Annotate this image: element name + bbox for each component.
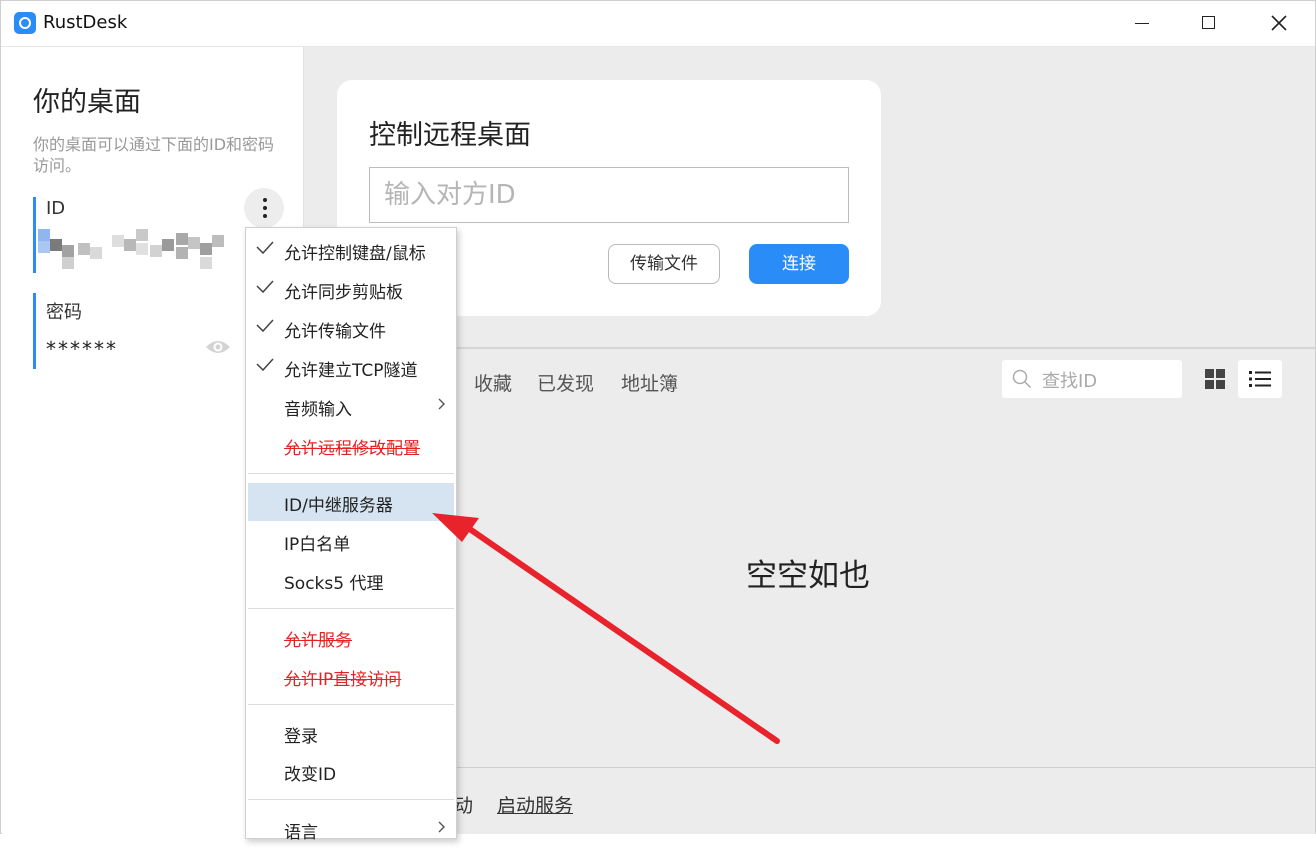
close-button[interactable] [1245, 1, 1313, 46]
password-label: 密码 [46, 302, 82, 323]
menu-item-tcp-tunnel[interactable]: 允许建立TCP隧道 [246, 348, 456, 386]
list-view-icon [1249, 371, 1271, 387]
rustdesk-logo-icon [14, 12, 36, 34]
control-remote-title: 控制远程桌面 [369, 120, 531, 151]
your-desktop-title: 你的桌面 [33, 87, 141, 118]
menu-item-enable-service[interactable]: 允许服务 [246, 618, 456, 656]
menu-separator [248, 799, 454, 800]
more-options-button[interactable] [244, 188, 284, 228]
check-icon [256, 358, 274, 372]
eye-icon[interactable] [205, 338, 231, 356]
menu-separator [248, 704, 454, 705]
password-accent-bar [33, 293, 36, 369]
check-icon [256, 280, 274, 294]
app-title: RustDesk [43, 12, 128, 33]
id-label: ID [46, 198, 66, 219]
menu-item-audio-input[interactable]: 音频输入 [246, 387, 456, 425]
close-icon [1271, 15, 1287, 31]
menu-separator [248, 608, 454, 609]
menu-item-socks5-proxy[interactable]: Socks5 代理 [246, 561, 456, 599]
empty-state-text: 空空如也 [746, 558, 870, 594]
rustdesk-window: RustDesk 你的桌面 你的桌面可以通过下面的ID和密码访问。 ID 密码 … [0, 0, 1316, 843]
start-service-link[interactable]: 启动服务 [497, 791, 573, 818]
menu-item-direct-ip-access[interactable]: 允许IP直接访问 [246, 657, 456, 695]
check-icon [256, 319, 274, 333]
minimize-button[interactable] [1107, 1, 1175, 46]
maximize-button[interactable] [1175, 1, 1243, 46]
menu-item-id-relay-server[interactable]: ID/中继服务器 [248, 483, 454, 521]
connect-button[interactable]: 连接 [749, 244, 849, 284]
tab-discovered[interactable]: 已发现 [537, 369, 594, 396]
remote-id-input[interactable] [369, 167, 849, 223]
menu-item-language[interactable]: 语言 [246, 810, 456, 848]
menu-item-file-transfer[interactable]: 允许传输文件 [246, 309, 456, 347]
check-icon [256, 241, 274, 255]
password-value: ****** [46, 337, 118, 361]
search-id-box[interactable]: 查找ID [1002, 360, 1182, 398]
chevron-right-icon [438, 821, 445, 833]
menu-item-ip-whitelist[interactable]: IP白名单 [246, 522, 456, 560]
your-desktop-description: 你的桌面可以通过下面的ID和密码访问。 [33, 135, 275, 175]
search-placeholder: 查找ID [1042, 371, 1098, 392]
id-value-redacted [38, 229, 228, 273]
menu-item-keyboard-mouse[interactable]: 允许控制键盘/鼠标 [246, 231, 456, 269]
chevron-right-icon [438, 398, 445, 410]
grid-view-icon[interactable] [1204, 368, 1226, 390]
id-accent-bar [33, 197, 36, 273]
menu-item-login[interactable]: 登录 [246, 714, 456, 752]
tab-favorites[interactable]: 收藏 [474, 369, 512, 396]
tab-address-book[interactable]: 地址簿 [621, 369, 678, 396]
menu-separator [248, 473, 454, 474]
list-view-button[interactable] [1238, 360, 1282, 398]
title-bar: RustDesk [1, 1, 1315, 47]
transfer-file-button[interactable]: 传输文件 [608, 244, 720, 284]
menu-item-clipboard[interactable]: 允许同步剪贴板 [246, 270, 456, 308]
options-context-menu: 允许控制键盘/鼠标 允许同步剪贴板 允许传输文件 允许建立TCP隧道 音频输入 … [245, 227, 457, 843]
menu-item-remote-config[interactable]: 允许远程修改配置 [246, 426, 456, 464]
search-icon [1012, 369, 1032, 389]
menu-item-change-id[interactable]: 改变ID [246, 752, 456, 790]
more-vertical-icon [263, 198, 267, 202]
